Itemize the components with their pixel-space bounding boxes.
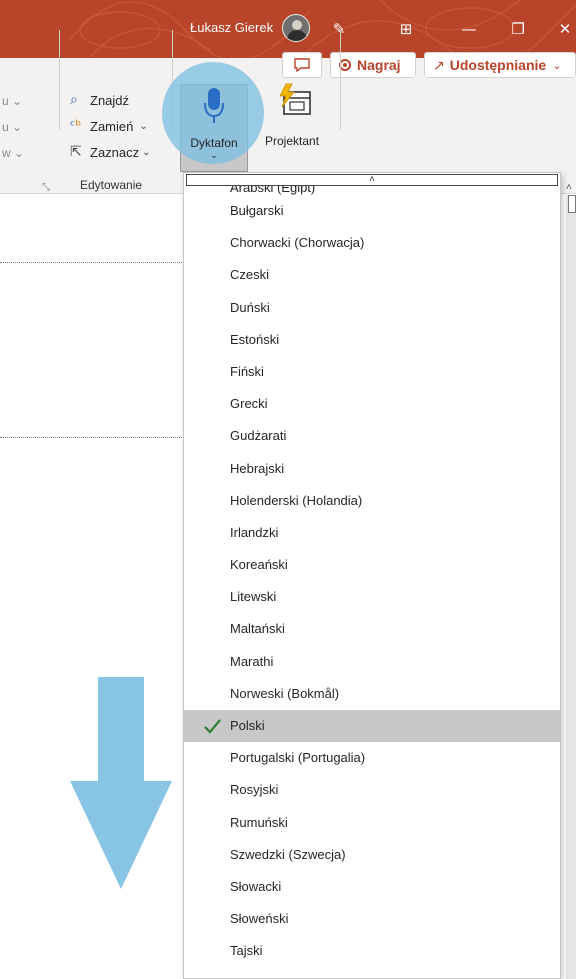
language-option[interactable]: Maltański xyxy=(184,613,560,645)
language-option[interactable]: Duński xyxy=(184,292,560,324)
microphone-icon xyxy=(204,88,224,123)
language-option-label: Bułgarski xyxy=(230,203,284,218)
replace-label: Zamień xyxy=(90,118,134,134)
language-option-label: Duński xyxy=(230,299,270,315)
language-option-label: Czeski xyxy=(230,267,270,283)
language-option-label: Tajski xyxy=(230,943,263,959)
chevron-down-icon: ⌄ xyxy=(139,120,148,132)
language-option[interactable]: Hebrajski xyxy=(184,453,560,485)
language-option[interactable]: Słowacki xyxy=(184,871,560,903)
placeholder-border xyxy=(0,437,186,438)
share-icon: ↗ xyxy=(433,56,445,73)
language-dropdown[interactable]: ˄ Arabski (Egipt) Bułgarski Chorwacki (Cho… xyxy=(183,172,561,979)
partial-ribbon-item[interactable]: u ⌄ xyxy=(2,94,22,108)
replace-icon: ᶜᵇ xyxy=(70,118,82,134)
avatar[interactable] xyxy=(282,14,310,42)
language-option[interactable]: Norweski (Bokmål) xyxy=(184,678,560,710)
comments-button[interactable] xyxy=(282,52,322,78)
dictate-label: Dyktafon xyxy=(190,136,238,150)
replace-button[interactable]: ᶜᵇ Zamień ⌄ xyxy=(70,118,148,134)
down-arrow-icon xyxy=(70,677,172,889)
language-option-label: Maltański xyxy=(230,621,285,637)
chevron-down-icon[interactable]: ⌄ xyxy=(184,150,244,161)
editing-group-label: Edytowanie xyxy=(80,178,143,192)
language-option[interactable]: Koreański xyxy=(184,549,560,581)
group-divider xyxy=(340,30,341,130)
language-option[interactable]: Estoński xyxy=(184,324,560,356)
user-name[interactable]: Łukasz Gierek xyxy=(190,20,273,35)
language-option-label: Słowacki xyxy=(230,878,282,894)
language-option-label: Fiński xyxy=(230,363,264,379)
restore-icon[interactable]: ❐ xyxy=(505,16,531,42)
language-option[interactable]: Marathi xyxy=(184,646,560,678)
language-option-label: Szwedzki (Szwecja) xyxy=(230,846,346,862)
avatar-body xyxy=(287,30,307,41)
language-option-label: Słoweński xyxy=(230,911,289,927)
title-bar: Łukasz Gierek ✎ ⊞ — ❐ ✕ xyxy=(0,0,576,58)
minimize-icon[interactable]: — xyxy=(456,16,482,42)
checkmark-icon xyxy=(204,719,221,734)
language-option[interactable]: Chorwacki (Chorwacja) xyxy=(184,227,560,259)
share-label: Udostępnianie xyxy=(449,57,547,73)
partial-ribbon-item[interactable]: u ⌄ xyxy=(2,120,22,134)
language-option-label: Estoński xyxy=(230,331,280,347)
language-option-label: Hebrajski xyxy=(230,460,285,476)
record-button[interactable]: Nagraj xyxy=(330,52,416,78)
partial-ribbon-item[interactable]: w ⌄ xyxy=(2,146,24,160)
language-option-label: Gudżarati xyxy=(230,428,287,444)
language-option[interactable]: Tajski xyxy=(184,935,560,967)
language-option-label: Portugalski (Portugalia) xyxy=(230,750,366,766)
avatar-head xyxy=(292,20,302,30)
cursor-icon: ⇱ xyxy=(70,144,82,160)
comment-icon xyxy=(294,58,310,72)
share-button[interactable]: ↗ Udostępnianie ⌄ xyxy=(424,52,576,78)
language-option[interactable]: Portugalski (Portugalia) xyxy=(184,742,560,774)
language-option-label: Grecki xyxy=(230,396,268,412)
language-option-label: Marathi xyxy=(230,653,274,669)
close-icon[interactable]: ✕ xyxy=(552,16,576,42)
scroll-up-button[interactable]: ˄ xyxy=(186,174,558,186)
designer-label[interactable]: Projektant xyxy=(265,134,319,148)
placeholder-border xyxy=(0,262,186,263)
language-option-label: Litewski xyxy=(230,589,277,605)
language-option[interactable]: Bułgarski xyxy=(184,195,560,227)
chevron-down-icon: ⌄ xyxy=(142,146,151,158)
find-label: Znajdź xyxy=(90,92,130,108)
language-option[interactable]: Litewski xyxy=(184,581,560,613)
language-option-label: Holenderski (Holandia) xyxy=(230,492,363,508)
record-label: Nagraj xyxy=(357,57,401,73)
language-option[interactable]: Fiński xyxy=(184,356,560,388)
language-option[interactable]: Gudżarati xyxy=(184,420,560,452)
dialog-launcher-icon[interactable]: ⤡ xyxy=(42,182,50,193)
chevron-down-icon: ⌄ xyxy=(552,59,562,72)
language-option[interactable]: Holenderski (Holandia) xyxy=(184,485,560,517)
language-list: Arabski (Egipt) Bułgarski Chorwacki (Chorw… xyxy=(184,173,560,968)
language-option[interactable]: Rosyjski xyxy=(184,774,560,806)
language-option[interactable]: Szwedzki (Szwecja) xyxy=(184,839,560,871)
scrollbar-thumb[interactable] xyxy=(568,195,576,213)
language-option[interactable]: Czeski xyxy=(184,259,560,291)
language-option-label: Koreański xyxy=(230,557,288,573)
language-option[interactable]: Grecki xyxy=(184,388,560,420)
language-option-label: Rumuński xyxy=(230,814,288,830)
language-option[interactable]: Słoweński xyxy=(184,903,560,935)
pen-icon[interactable]: ✎ xyxy=(326,16,352,42)
display-options-icon[interactable]: ⊞ xyxy=(393,16,419,42)
search-icon: ⌕ xyxy=(70,92,78,108)
language-option-label: Norweski (Bokmål) xyxy=(230,685,340,701)
collapse-ribbon-icon[interactable]: ˄ xyxy=(566,182,572,193)
language-option[interactable]: Irlandzki xyxy=(184,517,560,549)
find-button[interactable]: ⌕ Znajdź xyxy=(70,92,129,108)
designer-icon[interactable] xyxy=(276,83,312,117)
language-option[interactable]: Polski xyxy=(184,710,560,743)
vertical-scrollbar[interactable] xyxy=(566,195,576,979)
language-option-label: Chorwacki (Chorwacja) xyxy=(230,235,365,251)
language-option-label: Rosyjski xyxy=(230,782,279,798)
language-option-label: Irlandzki xyxy=(230,524,279,540)
select-button[interactable]: ⇱ Zaznacz ⌄ xyxy=(70,144,151,160)
language-option[interactable]: Rumuński xyxy=(184,807,560,839)
select-label: Zaznacz xyxy=(90,144,140,160)
group-divider xyxy=(59,30,60,130)
language-option-label: Polski xyxy=(230,718,265,733)
